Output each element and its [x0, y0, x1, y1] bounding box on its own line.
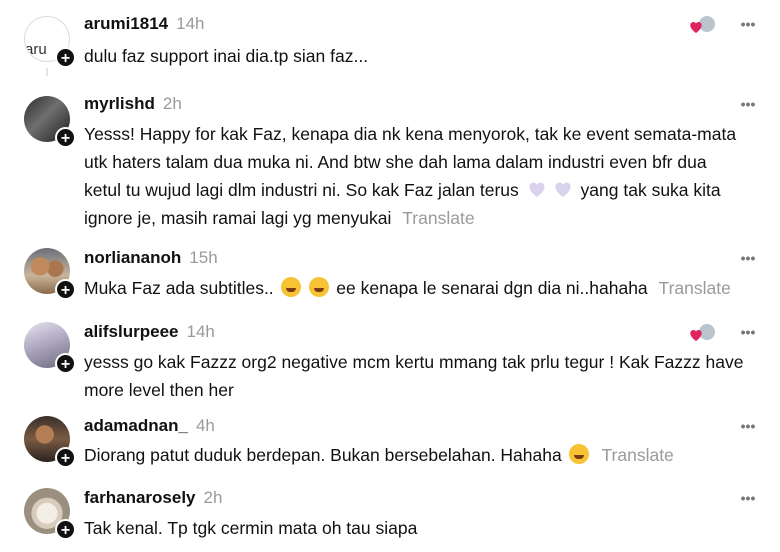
follow-button[interactable]: + — [55, 519, 76, 540]
avatar[interactable]: + — [24, 96, 76, 148]
timestamp: 2h — [203, 488, 223, 507]
username[interactable]: myrlishd 2h — [84, 94, 182, 114]
laughing-icon — [568, 444, 589, 464]
follow-button[interactable]: + — [55, 447, 76, 468]
username[interactable]: farhanarosely 2h — [84, 488, 222, 508]
username[interactable]: norliananoh 15h — [84, 248, 218, 268]
avatar[interactable]: + — [24, 488, 76, 540]
avatar[interactable]: aru + — [24, 16, 76, 68]
username[interactable]: alifslurpeee 14h — [84, 322, 215, 342]
comment-text: Muka Faz ada subtitles.. ee kenapa le se… — [84, 277, 731, 298]
purple-heart-icon — [527, 179, 547, 199]
translate-link[interactable]: Translate — [402, 208, 474, 228]
sweat-smile-icon — [280, 277, 301, 297]
username[interactable]: arumi1814 14h — [84, 14, 205, 34]
avatar-alt-text: aru — [25, 41, 47, 58]
timestamp: 14h — [176, 14, 205, 33]
username[interactable]: adamadnan_ 4h — [84, 416, 215, 436]
comment-text: Tak kenal. Tp tgk cermin mata oh tau sia… — [84, 518, 418, 538]
translate-link[interactable]: Translate — [659, 278, 731, 298]
liked-by-author-icon — [688, 322, 718, 342]
sweat-smile-icon — [309, 277, 330, 297]
comment-text: dulu faz support inai dia.tp sian faz... — [84, 46, 369, 66]
purple-heart-icon — [553, 179, 573, 199]
comment-text: yesss go kak Fazzz org2 negative mcm ker… — [84, 352, 744, 400]
thread-line — [46, 68, 48, 76]
timestamp: 14h — [186, 322, 215, 341]
more-options-button[interactable]: ••• — [738, 250, 758, 266]
follow-button[interactable]: + — [55, 127, 76, 148]
follow-button[interactable]: + — [55, 47, 76, 68]
more-options-button[interactable]: ••• — [738, 418, 758, 434]
more-options-button[interactable]: ••• — [738, 490, 758, 506]
avatar[interactable]: + — [24, 248, 76, 300]
follow-button[interactable]: + — [55, 353, 76, 374]
follow-button[interactable]: + — [55, 279, 76, 300]
translate-link[interactable]: Translate — [601, 445, 673, 465]
timestamp: 2h — [162, 94, 182, 113]
timestamp: 15h — [189, 248, 218, 267]
more-options-button[interactable]: ••• — [738, 16, 758, 32]
comments-feed: aru + arumi1814 14h dulu faz support inai… — [0, 0, 780, 552]
comment-text: Yesss! Happy for kak Faz, kenapa dia nk … — [84, 124, 737, 228]
comment-text: Diorang patut duduk berdepan. Bukan bers… — [84, 444, 674, 465]
timestamp: 4h — [195, 416, 215, 435]
avatar[interactable]: + — [24, 322, 76, 374]
avatar[interactable]: + — [24, 416, 76, 468]
more-options-button[interactable]: ••• — [738, 96, 758, 112]
more-options-button[interactable]: ••• — [738, 324, 758, 340]
liked-by-author-icon — [688, 14, 718, 34]
